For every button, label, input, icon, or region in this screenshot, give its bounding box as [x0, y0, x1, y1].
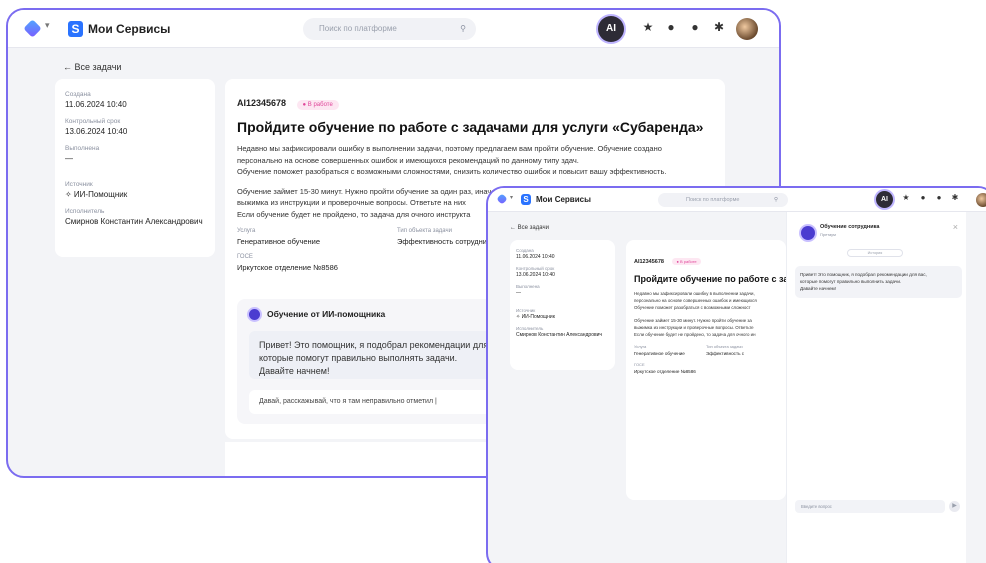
desc-line: Обучение поможет разобраться с возможным…	[237, 167, 667, 176]
bell-icon[interactable]: ●	[918, 193, 928, 202]
task-description: Недавно мы зафиксировали ошибку в выполн…	[634, 290, 778, 311]
service-label: Услуга	[634, 344, 647, 349]
desc-line: Обучение поможет разобраться с возможным…	[634, 305, 751, 310]
search-icon[interactable]: ⚲	[460, 18, 466, 40]
search-input[interactable]: Поиск по платформе ⚲	[658, 193, 788, 207]
ai-block-title: Обучение от ИИ-помощника	[267, 309, 386, 319]
send-icon[interactable]: ▶	[949, 501, 960, 512]
services-logo-icon: S	[68, 21, 83, 37]
logo-diamond-icon[interactable]	[496, 193, 508, 205]
done-label: Выполнена	[516, 284, 540, 289]
executor-label: Исполнитель	[516, 326, 544, 331]
service-value: Генеративное обучение	[634, 351, 685, 356]
history-button[interactable]: История	[847, 249, 903, 257]
chevron-down-icon[interactable]: ▾	[510, 194, 513, 201]
created-value: 11.06.2024 10:40	[65, 100, 127, 109]
source-value: ✧ ИИ-Помощник	[516, 314, 555, 320]
msg-line: Давайте начнем!	[800, 286, 836, 291]
deadline-label: Контрольный срок	[65, 118, 121, 125]
executor-value: Смирнов Константин Александрович	[65, 217, 203, 226]
source-label: Источник	[65, 181, 93, 188]
deadline-label: Контрольный срок	[516, 266, 555, 271]
desc-line: Недавно мы зафиксировали ошибку в выполн…	[237, 144, 662, 153]
task-instructions: Обучение займет 15-30 минут. Нужно пройт…	[634, 317, 778, 338]
gear-icon[interactable]: ✱	[950, 193, 960, 202]
gose-value: Иркутское отделение №8586	[634, 369, 696, 374]
task-description: Недавно мы зафиксировали ошибку в выполн…	[237, 143, 713, 178]
app-title[interactable]: Мои Сервисы	[88, 22, 170, 36]
deadline-value: 13.06.2024 10:40	[516, 272, 555, 278]
service-label: Услуга	[237, 228, 256, 234]
task-id: AI12345678	[237, 98, 287, 108]
chevron-down-icon[interactable]: ▾	[45, 20, 50, 31]
source-value: ✧ ИИ-Помощник	[65, 190, 128, 199]
logo-diamond-icon[interactable]	[23, 19, 42, 38]
desc-line: персонально на основе совершенных ошибок…	[237, 155, 579, 165]
task-meta-card: Создана 11.06.2024 10:40 Контрольный сро…	[510, 240, 615, 370]
executor-label: Исполнитель	[65, 208, 105, 215]
search-input[interactable]: Поиск по платформе ⚲	[303, 18, 476, 40]
task-fields: Услуга Генеративное обучение Тип объекта…	[634, 344, 778, 356]
desc-line: персонально на основе совершенных ошибок…	[634, 298, 757, 303]
desc-line: Недавно мы зафиксировали ошибку в выполн…	[634, 291, 755, 296]
created-value: 11.06.2024 10:40	[516, 254, 555, 260]
task-fields-2: ГОСЕ Иркутское отделение №8586	[634, 362, 778, 374]
chat-icon[interactable]: ●	[934, 193, 944, 202]
task-title: Пройдите обучение по работе с зада	[634, 274, 786, 284]
assistant-window: ▾ S Мои Сервисы Поиск по платформе ⚲ AI …	[486, 186, 986, 563]
bell-icon[interactable]: ●	[664, 20, 678, 34]
user-avatar[interactable]	[736, 18, 758, 40]
search-placeholder: Поиск по платформе	[319, 24, 397, 33]
done-value: —	[516, 290, 521, 296]
ai-assistant-icon	[801, 226, 815, 240]
app-title[interactable]: Мои Сервисы	[536, 195, 591, 204]
chat-icon[interactable]: ●	[688, 20, 702, 34]
created-label: Создана	[516, 248, 534, 253]
gear-icon[interactable]: ✱	[712, 20, 726, 34]
services-logo-icon: S	[521, 194, 531, 205]
ai-assistant-avatar[interactable]: AI	[598, 16, 624, 42]
panel-subtitle: Претаум	[820, 232, 836, 237]
assistant-chat-panel: Обучение сотрудника Претаум × История Пр…	[786, 212, 966, 563]
top-bar: ▾ S Мои Сервисы Поиск по платформе ⚲ AI …	[488, 188, 986, 212]
search-icon[interactable]: ⚲	[774, 193, 778, 207]
user-avatar[interactable]	[976, 193, 986, 207]
msg-line: Привет! Это помощник, я подобрал рекомен…	[800, 272, 927, 277]
task-card: AI12345678 ● В работе Пройдите обучение …	[626, 240, 786, 500]
instr-line: выжимка из инструкции и проверочные вопр…	[634, 325, 754, 330]
done-value: —	[65, 154, 73, 163]
task-id: AI12345678	[634, 259, 664, 265]
done-label: Выполнена	[65, 145, 100, 152]
service-value: Генеративное обучение	[237, 237, 321, 246]
panel-title: Обучение сотрудника	[820, 224, 880, 230]
gose-label: ГОСЕ	[634, 362, 645, 367]
created-label: Создана	[65, 91, 91, 98]
executor-value: Смирнов Константин Александрович	[516, 332, 603, 338]
object-type-value: Эффективность с	[706, 351, 745, 356]
deadline-value: 13.06.2024 10:40	[65, 127, 128, 136]
instr-line: Обучение займет 15-30 минут. Нужно пройт…	[634, 318, 752, 323]
gose-value: Иркутское отделение №8586	[237, 263, 338, 272]
object-type-label: Тип объекта задачи	[706, 344, 743, 349]
msg-line: которые помогут правильно выполнить зада…	[800, 279, 902, 284]
star-icon[interactable]: ★	[641, 20, 655, 34]
back-to-tasks-link[interactable]: ← Все задачи	[510, 225, 549, 231]
ai-assistant-icon	[249, 309, 260, 320]
close-icon[interactable]: ×	[953, 222, 958, 232]
top-bar: ▾ S Мои Сервисы Поиск по платформе ⚲ AI …	[8, 10, 779, 48]
ai-greeting-message: Привет! Это помощник, я подобрал рекомен…	[795, 266, 962, 298]
search-placeholder: Поиск по платформе	[686, 197, 740, 203]
status-badge: ● В работе	[296, 100, 339, 110]
source-label: Источник	[516, 308, 536, 313]
ai-assistant-avatar[interactable]: AI	[876, 191, 893, 208]
instr-line: Если обучение будет не пройдено, то зада…	[634, 332, 756, 337]
task-meta-card: Создана 11.06.2024 10:40 Контрольный сро…	[55, 79, 215, 257]
question-input[interactable]: Введите вопрос	[795, 500, 945, 513]
task-title: Пройдите обучение по работе с задачами д…	[237, 119, 704, 135]
star-icon[interactable]: ★	[901, 193, 911, 202]
back-to-tasks-link[interactable]: ← Все задачи	[63, 62, 121, 72]
gose-label: ГОСЕ	[237, 254, 253, 260]
status-badge: ● В работе	[672, 258, 701, 265]
